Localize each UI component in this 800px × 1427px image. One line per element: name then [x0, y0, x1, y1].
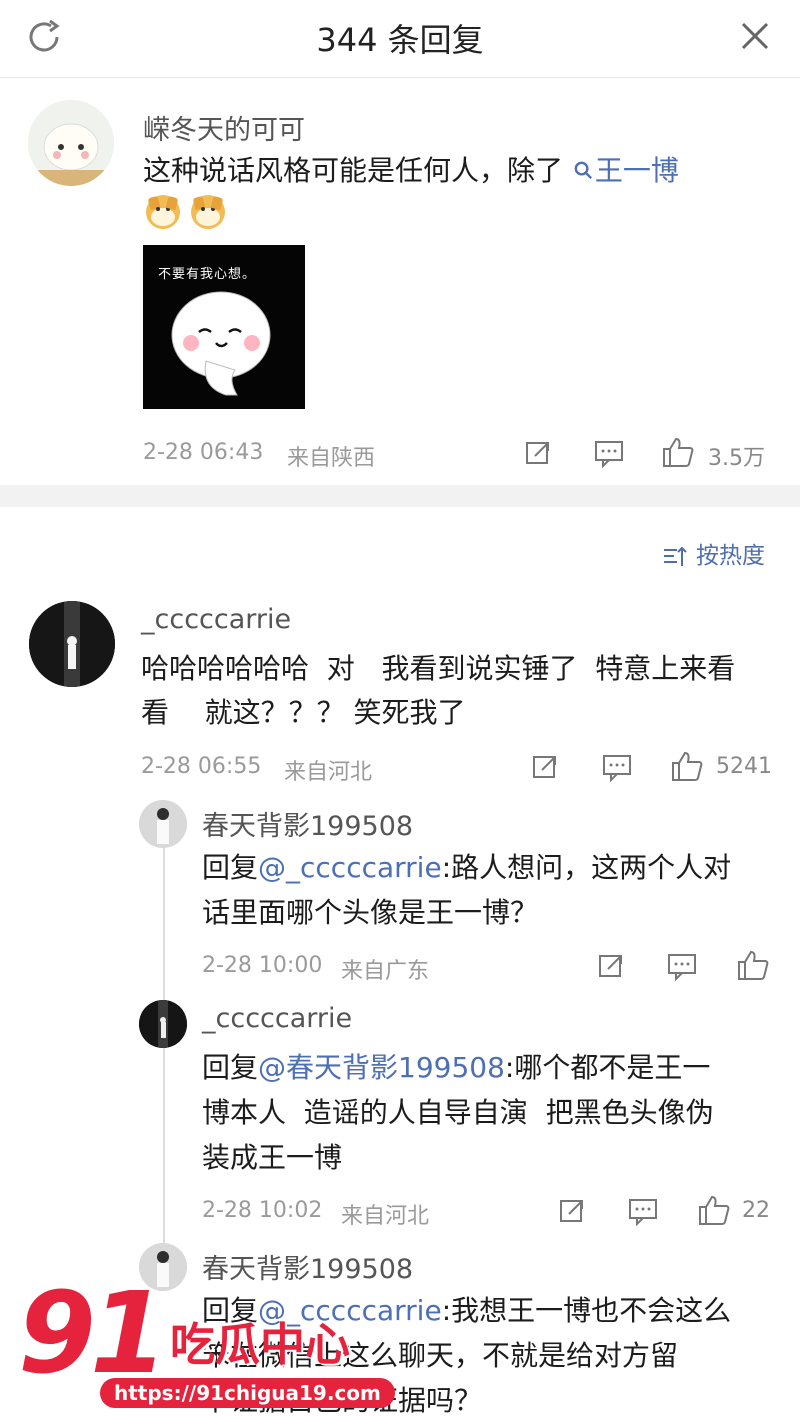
reply-username[interactable]: 春天背影199508: [202, 804, 413, 843]
main-comment-username[interactable]: 嵘冬天的可可: [143, 108, 305, 147]
main-comment-like-count: 3.5万: [708, 446, 765, 471]
comment-icon[interactable]: [666, 950, 698, 982]
main-comment-timestamp: 2-28 06:43: [143, 440, 264, 465]
comment-timestamp: 2-28 06:55: [141, 754, 262, 779]
reply-text-line-1: :路人想问，这两个人对: [441, 851, 732, 884]
sort-by-heat-button[interactable]: 按热度: [662, 536, 765, 569]
repost-icon[interactable]: [530, 752, 560, 782]
topic-link-text: 王一博: [594, 154, 679, 187]
reply-location: 来自广东: [341, 959, 430, 984]
reply-location: 来自河北: [341, 1204, 430, 1229]
main-comment-text-prefix: 这种说话风格可能是任何人，除了: [143, 154, 564, 187]
repost-icon[interactable]: [523, 438, 553, 468]
main-commenter-avatar[interactable]: [28, 100, 114, 186]
doge-emoji-icon: [146, 195, 180, 229]
comment-text-line-2: 看 就这？？？ 笑死我了: [141, 696, 466, 729]
reply-text-line-1: :哪个都不是王一: [504, 1051, 711, 1084]
doge-emoji-icon: [191, 195, 225, 229]
reply-prefix: 回复: [202, 1051, 259, 1084]
reply-prefix: 回复: [202, 851, 259, 884]
sort-label: 按热度: [696, 543, 765, 569]
search-icon: [574, 161, 592, 180]
reply-text-line-2: 话里面哪个头像是王一博？: [202, 896, 539, 929]
section-divider: [0, 485, 800, 507]
main-comment-text: 这种说话风格可能是任何人，除了 王一博: [143, 148, 763, 194]
watermark-url: https://91chigua19.com: [100, 1378, 395, 1408]
topic-link[interactable]: 王一博: [572, 154, 679, 187]
reply-text: 回复@春天背影199508:哪个都不是王一: [202, 1045, 710, 1091]
sticker-image[interactable]: 不要有我心想。: [143, 245, 305, 409]
reply-like-count: 22: [742, 1198, 770, 1223]
like-icon[interactable]: [697, 1193, 731, 1227]
commenter-avatar[interactable]: [29, 601, 115, 687]
close-icon[interactable]: [736, 17, 774, 55]
repost-icon[interactable]: [557, 1196, 587, 1226]
like-icon[interactable]: [736, 948, 770, 982]
reply-timestamp: 2-28 10:00: [202, 953, 323, 978]
user-mention-link[interactable]: @_cccccarrie: [258, 851, 442, 884]
repost-icon[interactable]: [596, 951, 626, 981]
reply-text-line-2: 博本人 造谣的人自导自演 把黑色头像伪: [202, 1096, 714, 1129]
reply-text-line-1: :我想王一博也不会这么: [441, 1294, 732, 1327]
reply-text-line-3: 装成王一博: [202, 1141, 343, 1174]
watermark-number: 91: [18, 1269, 168, 1399]
like-icon[interactable]: [661, 435, 695, 469]
reply-avatar[interactable]: [139, 1000, 187, 1048]
reply-count-title: 344 条回复: [316, 21, 484, 59]
sticker-caption: 不要有我心想。: [158, 267, 257, 282]
comment-location: 来自河北: [284, 760, 373, 785]
main-comment-location: 来自陕西: [287, 446, 376, 471]
comment-username[interactable]: _cccccarrie: [141, 604, 291, 635]
sort-icon: [664, 546, 687, 566]
like-icon[interactable]: [670, 749, 704, 783]
reply-avatar[interactable]: [139, 800, 187, 848]
comment-icon[interactable]: [601, 751, 633, 783]
reply-thread-line: [163, 845, 165, 1265]
reply-text: 回复@_cccccarrie:路人想问，这两个人对: [202, 845, 731, 891]
comment-text-line-1: 哈哈哈哈哈哈 对 我看到说实锤了 特意上来看: [141, 652, 736, 685]
watermark-title: 吃瓜中心: [170, 1318, 351, 1371]
comment-icon[interactable]: [593, 437, 625, 469]
user-mention-link[interactable]: @春天背影199508: [258, 1051, 505, 1084]
site-watermark: 91 吃瓜中心 https://91chigua19.com: [18, 1278, 448, 1423]
reply-header: 344 条回复: [0, 0, 800, 78]
reply-username[interactable]: _cccccarrie: [202, 1003, 352, 1034]
reply-timestamp: 2-28 10:02: [202, 1198, 323, 1223]
comment-like-count: 5241: [716, 754, 772, 779]
comment-icon[interactable]: [627, 1195, 659, 1227]
